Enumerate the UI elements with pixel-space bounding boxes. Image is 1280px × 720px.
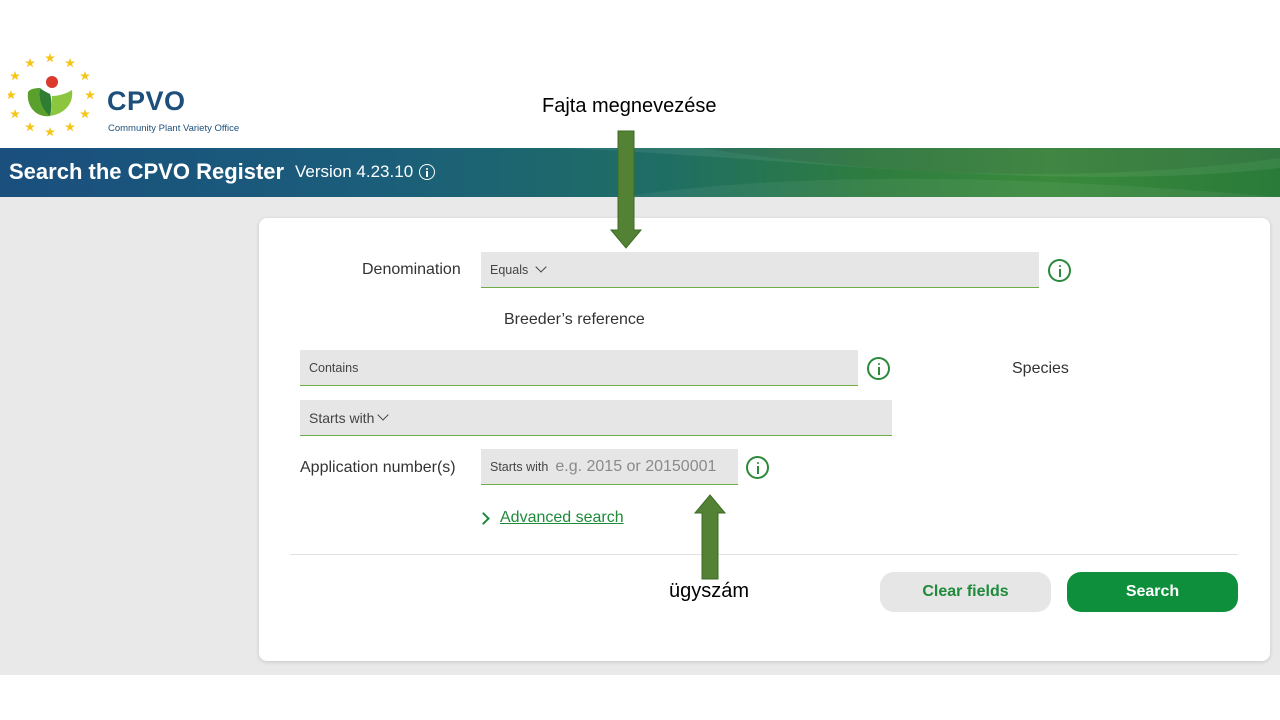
breeders-reference-operator[interactable]: Contains <box>309 361 358 375</box>
version-text: Version 4.23.10 <box>295 162 414 181</box>
application-number-operator[interactable]: Starts with <box>490 460 548 474</box>
application-number-field[interactable]: Starts with e.g. 2015 or 20150001 <box>481 449 738 485</box>
application-number-input[interactable]: e.g. 2015 or 20150001 <box>555 458 716 476</box>
advanced-search-link[interactable]: Advanced search <box>477 509 624 527</box>
species-label: Species <box>1012 360 1069 377</box>
denomination-label: Denomination <box>362 261 461 278</box>
chevron-down-icon[interactable] <box>535 261 547 273</box>
advanced-search-label[interactable]: Advanced search <box>500 509 624 527</box>
search-button[interactable]: Search <box>1067 572 1238 612</box>
denomination-operator[interactable]: Equals <box>490 263 528 277</box>
arrow-down-icon <box>610 130 642 249</box>
species-operator[interactable]: Starts with <box>309 410 374 426</box>
annotation-top: Fajta megnevezése <box>542 95 717 117</box>
clear-fields-button[interactable]: Clear fields <box>880 572 1051 612</box>
chevron-right-icon <box>477 511 490 525</box>
application-number-info-icon[interactable] <box>746 456 769 479</box>
cpvo-logo-icon[interactable] <box>8 50 98 140</box>
breeders-reference-label: Breeder’s reference <box>504 311 645 328</box>
breeders-reference-field[interactable]: Contains <box>300 350 858 386</box>
info-icon[interactable] <box>419 164 436 180</box>
page-title: Search the CPVO Register <box>9 159 285 184</box>
annotation-bottom: ügyszám <box>669 580 750 602</box>
application-number-label: Application number(s) <box>300 459 456 476</box>
chevron-down-icon[interactable] <box>377 409 390 421</box>
version-label: Version 4.23.10 <box>295 162 436 182</box>
denomination-field[interactable]: Equals <box>481 252 1039 288</box>
divider <box>290 554 1238 555</box>
species-field[interactable]: Starts with <box>300 400 892 436</box>
logo-subtitle: Community Plant Variety Office <box>108 123 240 134</box>
search-form-card: Denomination Equals Breeder’s reference … <box>259 218 1270 661</box>
logo-title: CPVO <box>107 86 186 116</box>
header: CPVO Community Plant Variety Office <box>0 0 1280 148</box>
arrow-up-icon <box>694 494 726 580</box>
denomination-info-icon[interactable] <box>1048 259 1071 282</box>
breeders-reference-info-icon[interactable] <box>867 357 890 380</box>
